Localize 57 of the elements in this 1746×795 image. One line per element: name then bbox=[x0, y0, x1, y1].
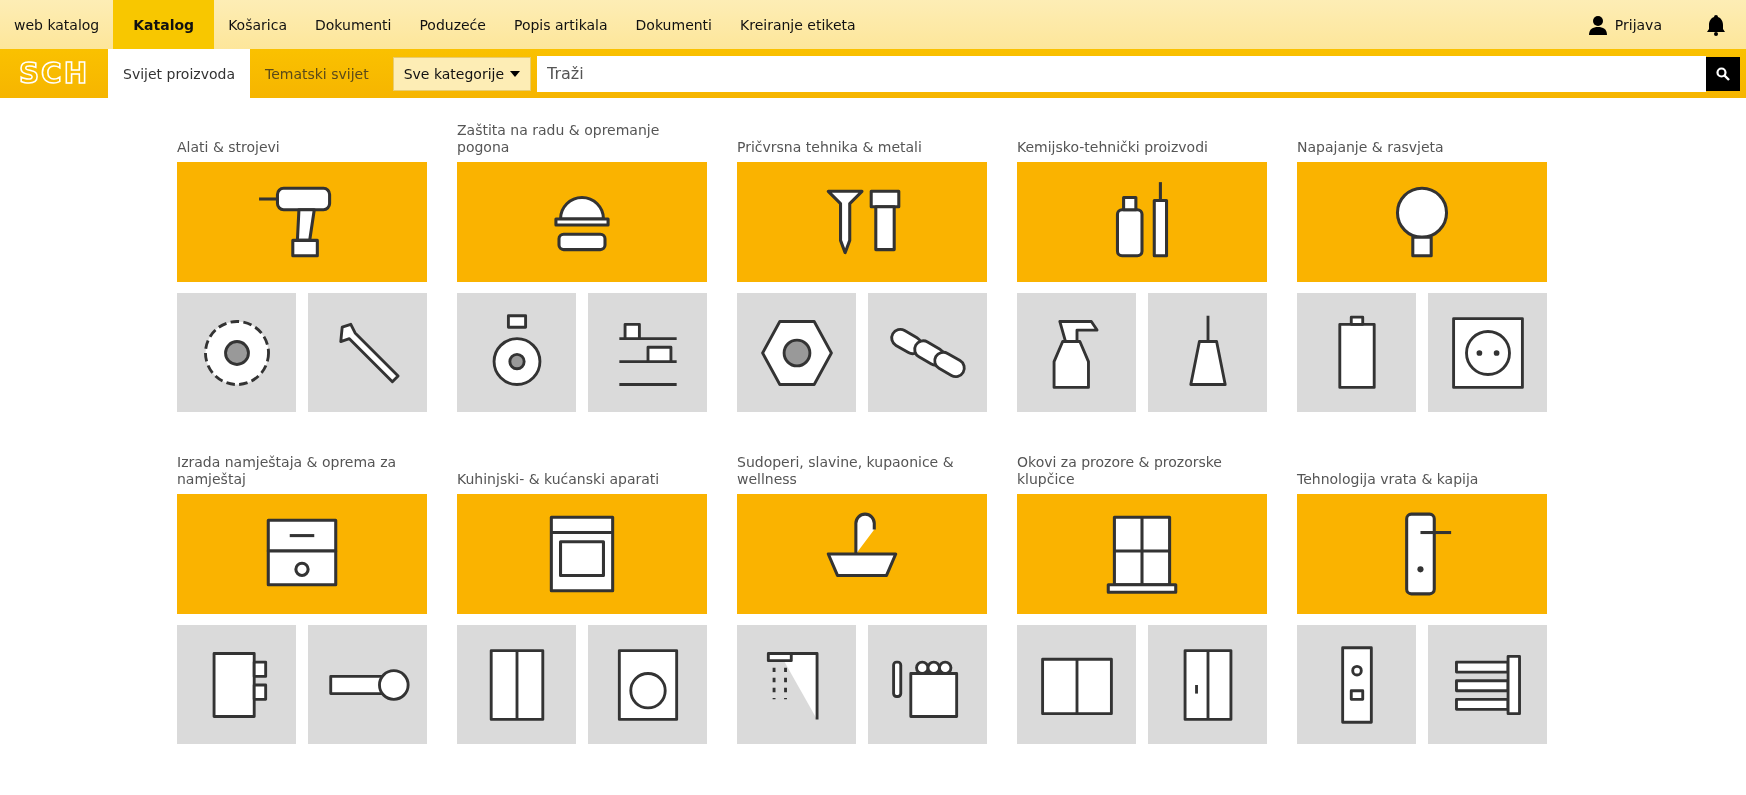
nav-tab[interactable]: Dokumenti bbox=[301, 0, 406, 49]
subcategory-tile[interactable] bbox=[457, 293, 576, 412]
category-tile[interactable] bbox=[1017, 494, 1267, 614]
search-icon bbox=[1716, 66, 1730, 81]
subcategory-tile[interactable] bbox=[737, 625, 856, 744]
subcategory-tile[interactable] bbox=[588, 625, 707, 744]
subcategory-tile[interactable] bbox=[1428, 625, 1547, 744]
category-title[interactable]: Tehnologija vrata & kapija bbox=[1297, 448, 1547, 488]
sub-tab[interactable]: Svijet proizvoda bbox=[108, 49, 250, 98]
user-icon bbox=[1588, 14, 1607, 35]
category-title[interactable]: Izrada namještaja & oprema za namještaj bbox=[177, 448, 427, 488]
category-tile[interactable] bbox=[457, 494, 707, 614]
category-tile[interactable] bbox=[1297, 162, 1547, 282]
category-title[interactable]: Alati & strojevi bbox=[177, 116, 427, 156]
category-tile[interactable] bbox=[177, 162, 427, 282]
subcategory-tile[interactable] bbox=[308, 625, 427, 744]
nav-tab[interactable]: Košarica bbox=[214, 0, 301, 49]
subcategory-tile[interactable] bbox=[737, 293, 856, 412]
category-title[interactable]: Sudoperi, slavine, kupaonice & wellness bbox=[737, 448, 987, 488]
category-tile[interactable] bbox=[1017, 162, 1267, 282]
subcategory-tile[interactable] bbox=[868, 625, 987, 744]
subcategory-tile[interactable] bbox=[457, 625, 576, 744]
subcategory-tile[interactable] bbox=[1148, 625, 1267, 744]
caret-icon bbox=[510, 70, 521, 77]
nav-tab[interactable]: Poduzeće bbox=[405, 0, 500, 49]
search-field[interactable]: Traži bbox=[537, 55, 1706, 92]
search-button[interactable] bbox=[1706, 56, 1740, 91]
category-title[interactable]: Zaštita na radu & opremanje pogona bbox=[457, 116, 707, 156]
subcategory-tile[interactable] bbox=[1428, 293, 1547, 412]
category-title[interactable]: Kuhinjski- & kućanski aparati bbox=[457, 448, 707, 488]
subcategory-tile[interactable] bbox=[177, 293, 296, 412]
subcategory-tile[interactable] bbox=[588, 293, 707, 412]
category-tile[interactable] bbox=[1297, 494, 1547, 614]
subcategory-tile[interactable] bbox=[1297, 293, 1416, 412]
category-tile[interactable] bbox=[457, 162, 707, 282]
category-title[interactable]: Okovi za prozore & prozorske klupčice bbox=[1017, 448, 1267, 488]
category-tile[interactable] bbox=[177, 494, 427, 614]
login-link[interactable]: Prijava bbox=[1588, 0, 1662, 49]
nav-tab[interactable]: Dokumenti bbox=[621, 0, 726, 49]
category-title[interactable]: Pričvrsna tehnika & metali bbox=[737, 116, 987, 156]
nav-tab[interactable]: Popis artikala bbox=[499, 0, 622, 49]
nav-tab[interactable]: Kreiranje etiketa bbox=[726, 0, 870, 49]
nav-tab[interactable]: Katalog bbox=[113, 0, 215, 49]
category-tile[interactable] bbox=[737, 494, 987, 614]
subcategory-tile[interactable] bbox=[177, 625, 296, 744]
sub-tab[interactable]: Tematski svijet bbox=[249, 49, 384, 98]
subcategory-tile[interactable] bbox=[868, 293, 987, 412]
subcategory-tile[interactable] bbox=[1017, 293, 1136, 412]
category-tile[interactable] bbox=[737, 162, 987, 282]
category-title[interactable]: Napajanje & rasvjeta bbox=[1297, 116, 1547, 156]
category-title[interactable]: Kemijsko-tehnički proizvodi bbox=[1017, 116, 1267, 156]
nav-tab[interactable]: web katalog bbox=[0, 0, 114, 49]
subcategory-tile[interactable] bbox=[308, 293, 427, 412]
subcategory-tile[interactable] bbox=[1017, 625, 1136, 744]
subcategory-tile[interactable] bbox=[1297, 625, 1416, 744]
subcategory-tile[interactable] bbox=[1148, 293, 1267, 412]
category-dropdown[interactable]: Sve kategorije bbox=[392, 56, 532, 91]
